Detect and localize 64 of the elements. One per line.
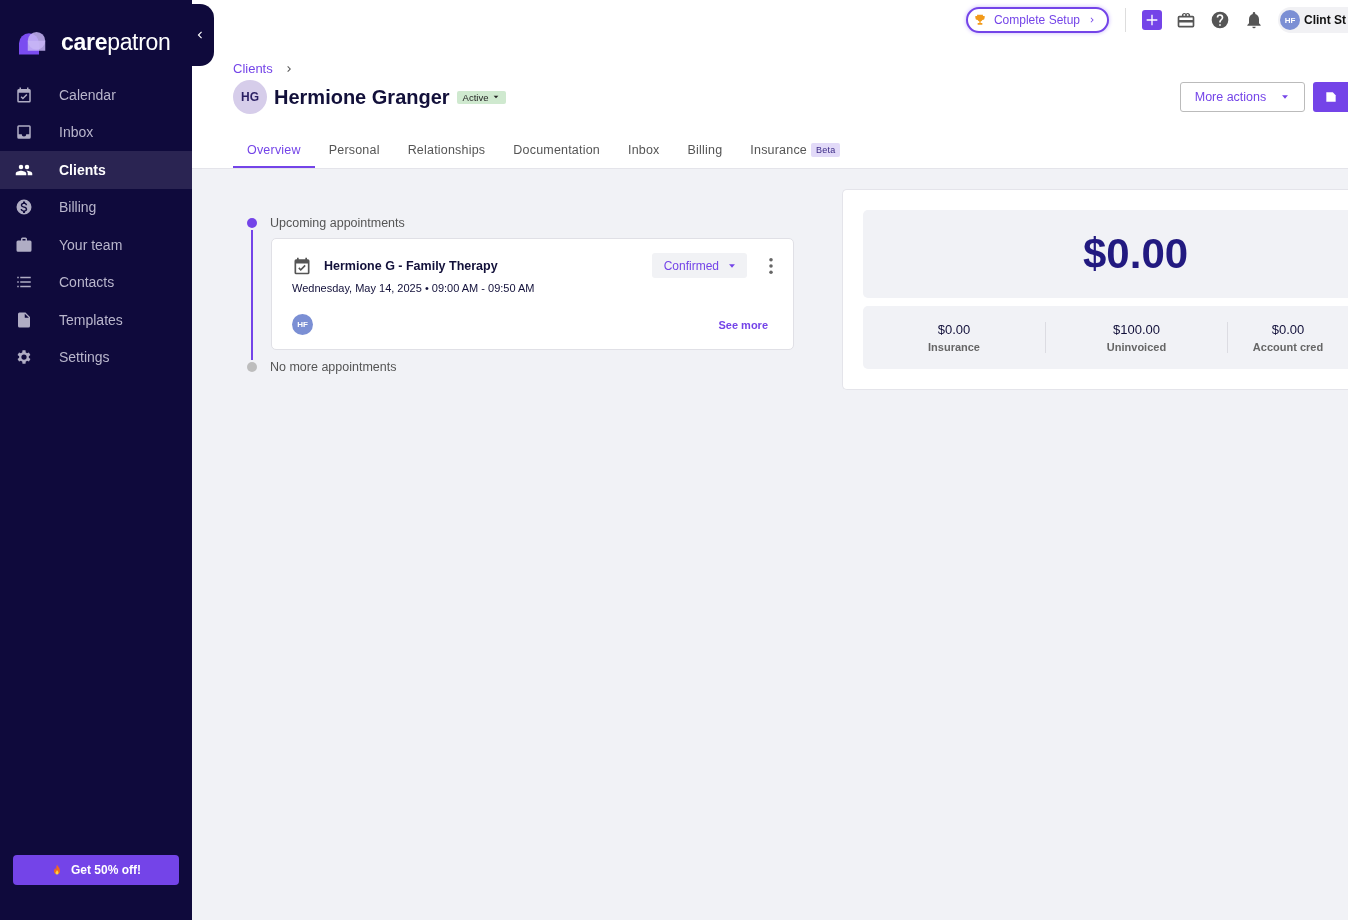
appointment-title: Hermione G - Family Therapy [324,258,498,273]
plus-icon [1144,12,1160,28]
appointment-datetime: Wednesday, May 14, 2025 • 09:00 AM - 09:50 AM [292,282,536,294]
kebab-icon [769,257,773,274]
status-dropdown[interactable]: Active [456,90,507,104]
notifications-button[interactable] [1244,10,1264,30]
balance-total: $0.00 [863,210,1348,298]
help-icon [1210,10,1230,30]
briefcase-icon [15,235,33,254]
sidebar-item[interactable]: Contacts [0,263,192,301]
balance-label: Account cred [1252,341,1324,353]
tab[interactable]: Overview [233,134,315,168]
promo-button[interactable]: Get 50% off! [13,855,179,885]
client-name: Hermione Granger [274,85,450,109]
status-dropdown[interactable]: Confirmed [651,253,747,278]
inbox-icon [15,123,33,142]
bell-icon [1244,10,1264,30]
sidebar-item[interactable]: Billing [0,188,192,226]
sidebar-item[interactable]: Your team [0,226,192,264]
balance-label: Insurance [928,341,980,353]
help-button[interactable] [1210,10,1230,30]
timeline-label: Upcoming appointments [270,216,405,230]
complete-setup-button[interactable]: Complete Setup [965,7,1109,33]
more-actions-button[interactable]: More actions [1180,82,1305,112]
settings-icon [15,348,33,367]
document-icon [15,310,33,329]
user-avatar: HF [1280,10,1300,30]
breadcrumb-link[interactable]: Clients [233,61,273,76]
user-menu[interactable]: HF Clint St [1278,7,1348,33]
trophy-icon [972,13,987,27]
attendee-avatar: HF [292,314,313,335]
notes-button[interactable] [1313,82,1348,112]
gift-icon [1176,10,1196,30]
balance-label: Uninvoiced [1106,341,1167,353]
sidebar-item[interactable]: Templates [0,301,192,339]
flame-icon [51,863,63,877]
sidebar-item[interactable]: Calendar [0,76,192,114]
tab[interactable]: Insurance Beta [736,134,855,168]
tab[interactable]: Relationships [393,134,500,168]
tab[interactable]: Personal [314,134,394,168]
sidebar-item[interactable]: Settings [0,338,192,376]
calendar-icon [15,85,33,104]
timeline-dot [247,218,257,228]
timeline-dot [247,362,257,372]
tab[interactable]: Documentation [499,134,614,168]
tab[interactable]: Billing [673,134,737,168]
tab[interactable]: Inbox [614,134,674,168]
beta-badge: Beta [811,143,841,157]
user-name: Clint St [1304,13,1346,27]
document-icon [1323,90,1338,104]
logo-text: carepatron [61,28,171,56]
sidebar-item[interactable]: Inbox [0,113,192,151]
client-avatar: HG [233,80,267,114]
calendar-icon [292,255,312,276]
add-button[interactable] [1142,10,1162,30]
see-more-link[interactable]: See more [718,318,768,331]
dollar-icon [15,198,33,217]
gift-button[interactable] [1176,10,1196,30]
timeline-label: No more appointments [270,360,397,374]
caret-icon [492,93,501,101]
sidebar-item[interactable]: Clients [0,151,192,189]
balance-amount: $100.00 [1113,322,1160,337]
balance-amount: $0.00 [937,322,971,337]
balance-amount: $0.00 [1271,322,1305,337]
